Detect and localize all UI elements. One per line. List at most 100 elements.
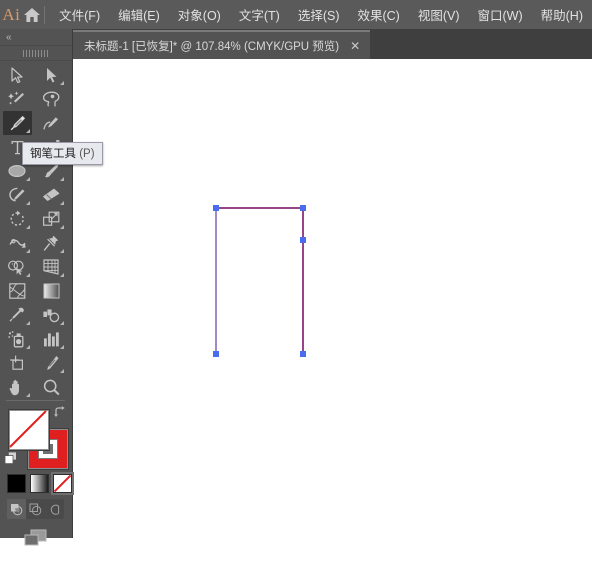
anchor-top-left <box>213 205 219 211</box>
curvature-tool[interactable] <box>34 111 68 135</box>
draw-inside-button[interactable] <box>45 499 64 519</box>
draw-normal-icon <box>11 503 23 515</box>
gradient-swatch[interactable] <box>30 474 49 493</box>
blend-tool[interactable] <box>34 303 68 327</box>
color-swatch[interactable] <box>7 474 26 493</box>
lasso-tool[interactable] <box>34 87 68 111</box>
menu-item-object[interactable]: 对象(O) <box>169 1 230 28</box>
gradient-tool[interactable] <box>34 279 68 303</box>
flyout-corner-icon <box>60 273 64 277</box>
collapse-panel-button[interactable]: « <box>0 29 72 46</box>
eyedropper-tool[interactable] <box>0 303 34 327</box>
artboard-tool[interactable] <box>0 351 34 375</box>
flyout-corner-icon <box>26 129 30 133</box>
slice-tool[interactable] <box>34 351 68 375</box>
pen-tool[interactable] <box>0 111 34 135</box>
default-fill-stroke-icon[interactable] <box>4 451 18 470</box>
menu-item-edit[interactable]: 编辑(E) <box>109 1 169 28</box>
fill-swatch[interactable] <box>9 410 49 450</box>
blend-icon <box>43 308 60 322</box>
flyout-corner-icon <box>60 345 64 349</box>
illustrator-window: Ai 文件(F) 编辑(E) 对象(O) 文字(T) 选择(S) 效果(C) 视… <box>0 0 592 546</box>
direct-selection-tool[interactable] <box>34 63 68 87</box>
selection-outline <box>215 207 304 354</box>
menu-items: 文件(F) 编辑(E) 对象(O) 文字(T) 选择(S) 效果(C) 视图(V… <box>50 1 592 28</box>
flyout-corner-icon <box>26 177 30 181</box>
eyedropper-icon <box>9 307 24 322</box>
path-stroke <box>215 207 304 354</box>
document-tab-bar: 未标题-1 [已恢复]* @ 107.84% (CMYK/GPU 预览) ✕ <box>72 29 592 59</box>
screen-mode-button[interactable] <box>0 528 71 548</box>
pen-icon <box>10 115 25 130</box>
arrow-solid-icon <box>10 66 23 83</box>
menu-item-help[interactable]: 帮助(H) <box>532 1 592 28</box>
rotate-tool[interactable] <box>0 207 34 231</box>
hand-icon <box>9 379 19 395</box>
eraser-tool[interactable] <box>34 183 68 207</box>
draw-behind-button[interactable] <box>26 499 45 519</box>
column-graph-icon <box>43 331 59 346</box>
width-warp-tool[interactable] <box>0 231 34 255</box>
color-mode-row <box>7 472 74 495</box>
tool-grid <box>0 61 72 399</box>
menu-item-effect[interactable]: 效果(C) <box>348 1 408 28</box>
none-slash-small-icon <box>54 475 71 492</box>
flyout-corner-icon <box>26 345 30 349</box>
close-icon[interactable]: ✕ <box>349 40 361 52</box>
free-transform-tool[interactable] <box>34 231 68 255</box>
gradient-icon <box>43 283 59 299</box>
artwork-svg <box>213 205 306 357</box>
symbol-sprayer-icon <box>8 330 24 347</box>
none-slash-icon <box>9 410 47 448</box>
menu-item-window[interactable]: 窗口(W) <box>469 1 532 28</box>
flyout-corner-icon <box>60 225 64 229</box>
shape-builder-tool[interactable] <box>0 255 34 279</box>
selection-tool[interactable] <box>0 63 34 87</box>
eraser-icon <box>42 188 59 201</box>
flyout-corner-icon <box>26 393 30 397</box>
anchor-bottom-right <box>300 351 306 357</box>
draw-mode-row <box>7 499 64 519</box>
pencil-shaper-icon <box>8 187 24 201</box>
column-graph-tool[interactable] <box>34 327 68 351</box>
anchor-top-right <box>300 205 306 211</box>
color-controls <box>0 400 74 567</box>
grip-dots-icon <box>23 49 49 57</box>
scale-tool[interactable] <box>34 207 68 231</box>
hand-tool[interactable] <box>0 375 34 399</box>
menu-item-view[interactable]: 视图(V) <box>409 1 469 28</box>
flyout-corner-icon <box>26 273 30 277</box>
magnifier-icon <box>43 379 60 395</box>
flyout-corner-icon <box>60 321 64 325</box>
document-tab[interactable]: 未标题-1 [已恢复]* @ 107.84% (CMYK/GPU 预览) ✕ <box>72 30 371 59</box>
menu-item-type[interactable]: 文字(T) <box>230 1 289 28</box>
anchor-points <box>213 205 306 357</box>
menu-separator <box>43 5 45 24</box>
double-chevron-left-icon: « <box>6 31 11 43</box>
menu-bar: Ai 文件(F) 编辑(E) 对象(O) 文字(T) 选择(S) 效果(C) 视… <box>0 0 592 29</box>
magic-wand-tool[interactable] <box>0 87 34 111</box>
lasso-icon <box>42 91 59 107</box>
slice-knife-icon <box>46 355 59 370</box>
canvas-area[interactable] <box>72 59 592 538</box>
shaper-pencil-tool[interactable] <box>0 183 34 207</box>
perspective-grid-tool[interactable] <box>34 255 68 279</box>
menu-item-select[interactable]: 选择(S) <box>289 1 349 28</box>
panel-drag-handle[interactable] <box>0 46 72 61</box>
zoom-tool[interactable] <box>34 375 68 399</box>
draw-normal-button[interactable] <box>7 499 26 519</box>
flyout-corner-icon <box>60 249 64 253</box>
swap-fill-stroke-icon[interactable] <box>53 405 67 424</box>
draw-behind-icon <box>29 503 42 515</box>
flyout-corner-icon <box>60 201 64 205</box>
shape-builder-icon <box>7 260 24 275</box>
mesh-tool[interactable] <box>0 279 34 303</box>
rotate-icon <box>10 210 24 226</box>
home-icon[interactable] <box>23 7 42 23</box>
anchor-mid-right <box>300 237 306 243</box>
none-swatch[interactable] <box>51 472 74 495</box>
menu-item-file[interactable]: 文件(F) <box>50 1 109 28</box>
flyout-corner-icon <box>60 369 64 373</box>
symbol-sprayer-tool[interactable] <box>0 327 34 351</box>
tool-tooltip: 钢笔工具 (P) <box>22 142 103 165</box>
